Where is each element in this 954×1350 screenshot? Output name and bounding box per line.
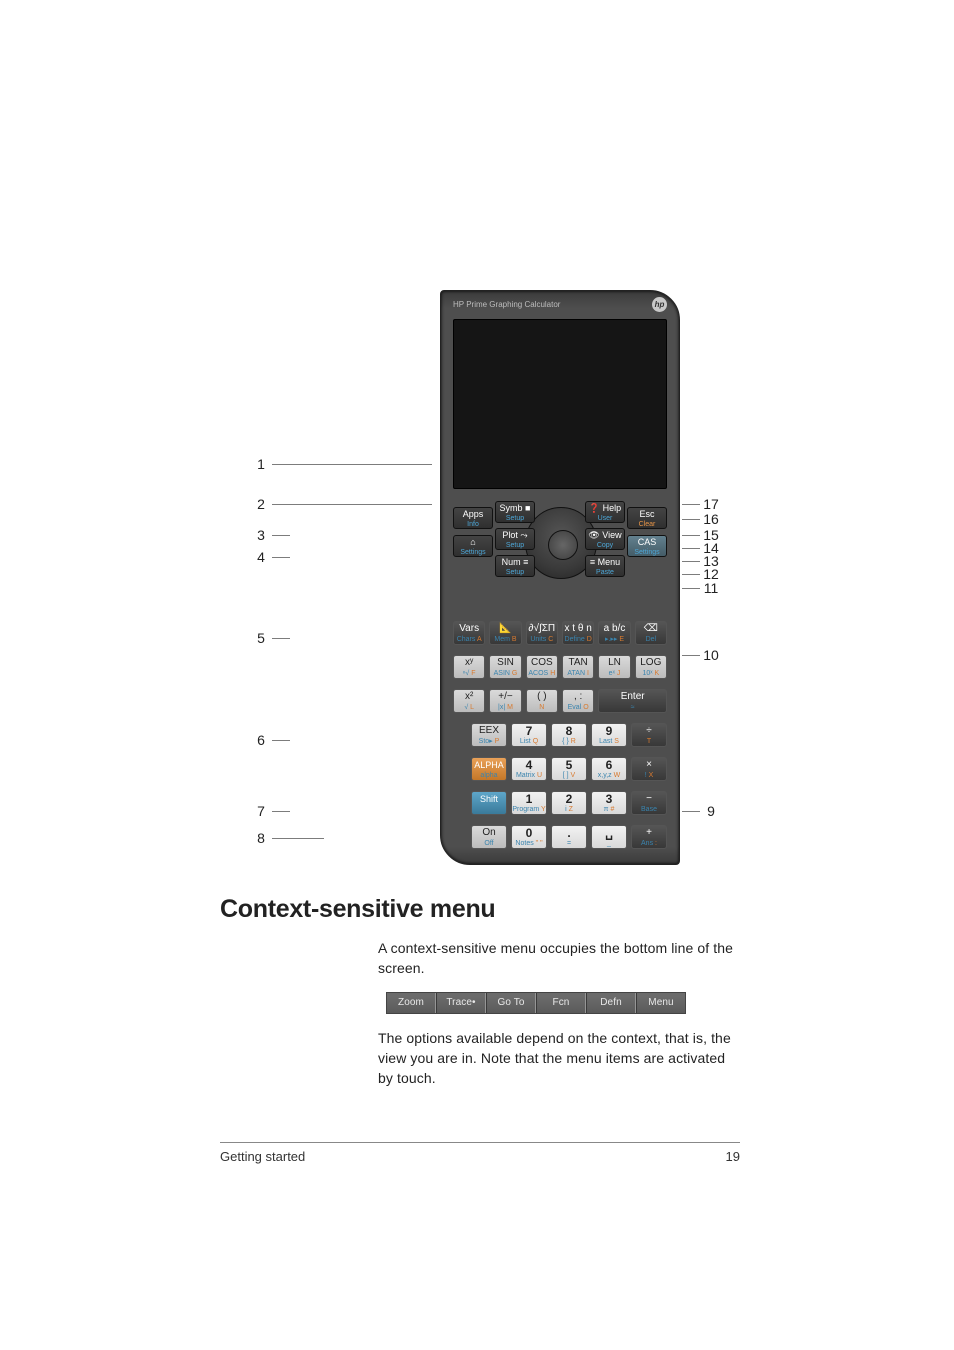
menu-fcn[interactable]: Fcn: [536, 993, 586, 1013]
key-row-5: Shift1Program Y2i Z3π #−Base: [471, 791, 667, 815]
key-: ( ) N: [526, 689, 558, 713]
key-6: 6x,y,z W: [591, 757, 627, 781]
callout-5: 5: [250, 630, 290, 646]
key-: ␣_: [591, 825, 627, 849]
key-row-1: xʸⁿ√ FSINASIN GCOSACOS HTANATAN ILNeˣ JL…: [453, 655, 667, 679]
key-cos: COSACOS H: [526, 655, 558, 679]
callout-10: 10: [682, 647, 722, 663]
key-x: xʸⁿ√ F: [453, 655, 485, 679]
help-key: ❓ Help User: [585, 501, 625, 523]
key-5: 5[ ] V: [551, 757, 587, 781]
calculator: HP Prime Graphing Calculator hp Apps Inf…: [440, 290, 680, 865]
key-eex: EEXSto▸ P: [471, 723, 507, 747]
key-abc: a b/c▸.▸▸ E: [598, 621, 630, 645]
key-: −Base: [631, 791, 667, 815]
footer-page: 19: [726, 1149, 740, 1164]
callout-11: 11: [682, 580, 722, 596]
menu-zoom[interactable]: Zoom: [387, 993, 436, 1013]
key-row-4: ALPHAalpha4Matrix U5[ ] V6x,y,z W×! X: [471, 757, 667, 781]
nav-cluster: Apps Info Symb ■ Setup ❓ Help User Esc C…: [453, 507, 667, 611]
brand-text: HP Prime Graphing Calculator: [453, 300, 560, 309]
key-on: OnOff: [471, 825, 507, 849]
callout-6: 6: [250, 732, 290, 748]
callout-17: 17: [682, 496, 722, 512]
context-menubar: Zoom Trace• Go To Fcn Defn Menu: [386, 992, 686, 1014]
key-sin: SINASIN G: [489, 655, 521, 679]
key-x: x²√ L: [453, 689, 485, 713]
key-2: 2i Z: [551, 791, 587, 815]
key-ln: LNeˣ J: [598, 655, 630, 679]
callout-1: 1: [250, 456, 432, 472]
menu-key: ≡ Menu Paste: [585, 555, 625, 577]
callout-8: 8: [250, 830, 324, 846]
key-tan: TANATAN I: [562, 655, 594, 679]
footer-section: Getting started: [220, 1149, 305, 1164]
key-1: 1Program Y: [511, 791, 547, 815]
key-: .=: [551, 825, 587, 849]
apps-key: Apps Info: [453, 507, 493, 529]
calculator-figure: 1 2 3 4 5 6 7 8 17 16 15: [250, 290, 720, 870]
key-xtn: x t θ nDefine D: [562, 621, 594, 645]
key-: ×! X: [631, 757, 667, 781]
key-4: 4Matrix U: [511, 757, 547, 781]
key-: +Ans :: [631, 825, 667, 849]
callout-2: 2: [250, 496, 432, 512]
num-key: Num ≡ Setup: [495, 555, 535, 577]
key-row-0: VarsChars A📐Mem B∂√∫ΣΠUnits Cx t θ nDefi…: [453, 621, 667, 645]
section-heading: Context-sensitive menu: [220, 895, 740, 924]
body-column: A context-sensitive menu occupies the bo…: [378, 938, 740, 1088]
key-: ÷ T: [631, 723, 667, 747]
key-alpha: ALPHAalpha: [471, 757, 507, 781]
key-: 📐Mem B: [489, 621, 521, 645]
key-row-6: OnOff0Notes " ".=␣_+Ans :: [471, 825, 667, 849]
key-8: 8{ } R: [551, 723, 587, 747]
key-enter: Enter≈: [598, 689, 667, 713]
menu-defn[interactable]: Defn: [586, 993, 636, 1013]
page-footer: Getting started 19: [220, 1142, 740, 1164]
calculator-screen: [453, 319, 667, 489]
callout-4: 4: [250, 549, 290, 565]
key-0: 0Notes " ": [511, 825, 547, 849]
callout-16: 16: [682, 511, 722, 527]
key-vars: VarsChars A: [453, 621, 485, 645]
key-7: 7List Q: [511, 723, 547, 747]
menu-goto[interactable]: Go To: [486, 993, 536, 1013]
key-: +/−|x| M: [489, 689, 521, 713]
callout-7: 7: [250, 803, 290, 819]
callout-9: 9: [682, 803, 722, 819]
key-9: 9Last S: [591, 723, 627, 747]
menu-menu[interactable]: Menu: [636, 993, 685, 1013]
key-row-2: x²√ L+/−|x| M( ) N, :Eval OEnter≈: [453, 689, 667, 713]
home-key: ⌂ Settings: [453, 535, 493, 557]
key-: ⌫Del: [635, 621, 667, 645]
key-3: 3π #: [591, 791, 627, 815]
key-log: LOG10ˣ K: [635, 655, 667, 679]
symb-key: Symb ■ Setup: [495, 501, 535, 523]
callout-3: 3: [250, 527, 290, 543]
hp-logo-icon: hp: [652, 297, 667, 312]
key-: ∂√∫ΣΠUnits C: [526, 621, 558, 645]
cas-key: CAS Settings: [627, 535, 667, 557]
key-: , :Eval O: [562, 689, 594, 713]
esc-key: Esc Clear: [627, 507, 667, 529]
plot-key: Plot ⤳ Setup: [495, 528, 535, 550]
para-1: A context-sensitive menu occupies the bo…: [378, 938, 740, 978]
view-key: 👁 View Copy: [585, 528, 625, 550]
key-row-3: EEXSto▸ P7List Q8{ } R9Last S÷ T: [471, 723, 667, 747]
key-shift: Shift: [471, 791, 507, 815]
para-2: The options available depend on the cont…: [378, 1028, 740, 1088]
calculator-header: HP Prime Graphing Calculator hp: [441, 291, 679, 317]
menu-trace[interactable]: Trace•: [436, 993, 486, 1013]
